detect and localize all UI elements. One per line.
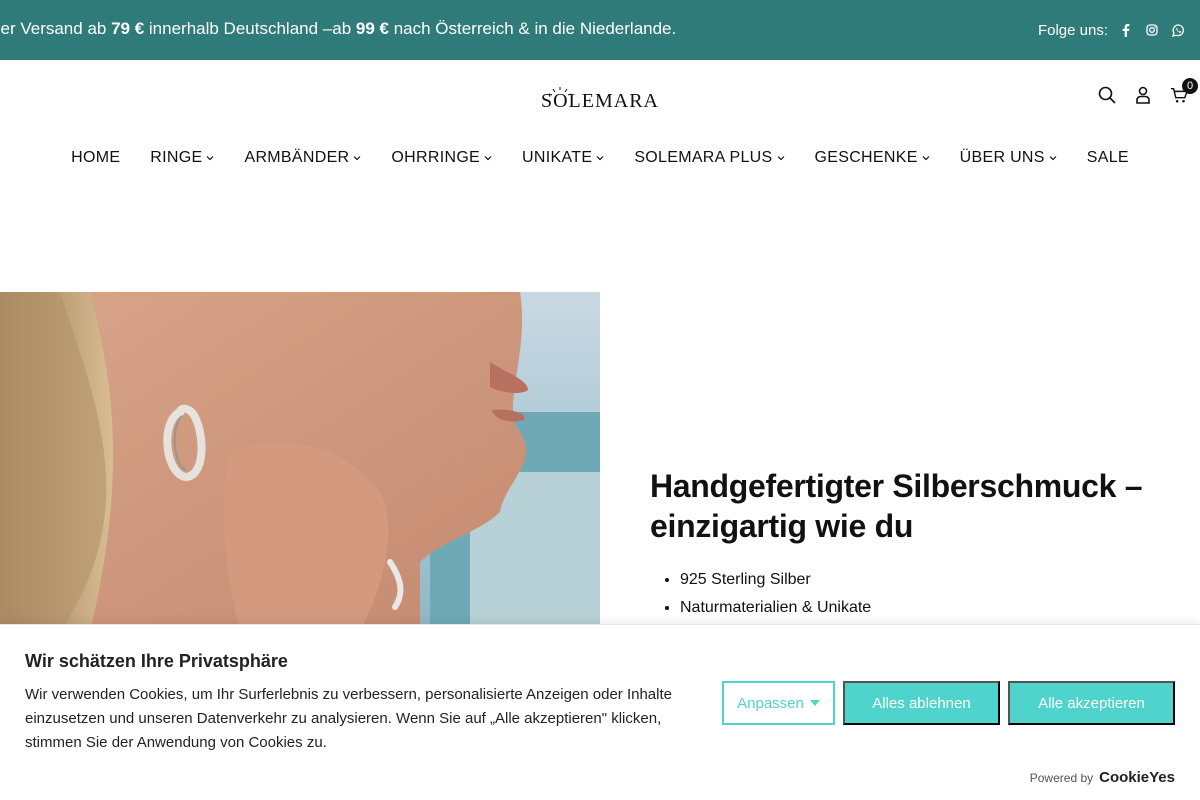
hero-image bbox=[0, 292, 600, 632]
announcement-bar: ser Versand ab 79 € innerhalb Deutschlan… bbox=[0, 0, 1200, 60]
chevron-down-icon bbox=[596, 156, 604, 161]
whatsapp-icon[interactable] bbox=[1170, 22, 1186, 38]
chevron-down-icon bbox=[922, 156, 930, 161]
nav-label: SALE bbox=[1086, 149, 1129, 166]
nav-item-ringe[interactable]: RINGE bbox=[150, 149, 214, 167]
cookie-title: Wir schätzen Ihre Privatsphäre bbox=[25, 651, 288, 671]
chevron-down-icon bbox=[1049, 156, 1057, 161]
nav-label: UNIKATE bbox=[522, 149, 593, 166]
facebook-icon[interactable] bbox=[1118, 22, 1134, 38]
chevron-down-icon bbox=[484, 156, 492, 161]
hero-features: 925 Sterling Silber Naturmaterialien & U… bbox=[650, 566, 1170, 622]
social-follow: Folge uns: bbox=[1038, 0, 1186, 60]
shipping-text-2: innerhalb Deutschland –ab bbox=[144, 19, 356, 38]
nav-item-home[interactable]: HOME bbox=[71, 149, 120, 167]
shipping-message: ser Versand ab 79 € innerhalb Deutschlan… bbox=[0, 0, 1002, 60]
nav-item-ueber-uns[interactable]: ÜBER UNS bbox=[960, 149, 1057, 167]
nav-label: SOLEMARA PLUS bbox=[634, 149, 773, 166]
shipping-text-1: ser Versand ab bbox=[0, 19, 112, 38]
customize-button[interactable]: Anpassen bbox=[722, 681, 835, 725]
nav-label: GESCHENKE bbox=[814, 149, 918, 166]
cookie-consent-banner: Wir schätzen Ihre Privatsphäre Wir verwe… bbox=[0, 624, 1200, 800]
search-icon[interactable] bbox=[1098, 86, 1116, 104]
nav-item-armbaender[interactable]: ARMBÄNDER bbox=[244, 149, 361, 167]
caret-down-icon bbox=[809, 700, 820, 706]
cookieyes-logo[interactable]: CookieYes bbox=[1099, 769, 1175, 786]
account-icon[interactable] bbox=[1134, 86, 1152, 104]
nav-label: ÜBER UNS bbox=[959, 149, 1045, 166]
nav-item-geschenke[interactable]: GESCHENKE bbox=[815, 149, 930, 167]
nav-label: OHRRINGE bbox=[391, 149, 481, 166]
cart-count-badge: 0 bbox=[1182, 78, 1198, 94]
nav-item-ohrringe[interactable]: OHRRINGE bbox=[391, 149, 492, 167]
instagram-icon[interactable] bbox=[1144, 22, 1160, 38]
cart-button[interactable]: 0 bbox=[1170, 78, 1198, 104]
shipping-amount-de: 79 € bbox=[111, 19, 145, 38]
reject-all-button[interactable]: Alles ablehnen bbox=[843, 681, 1000, 725]
brand-logo[interactable]: SOLEMARA bbox=[538, 84, 662, 112]
follow-label: Folge uns: bbox=[1037, 21, 1108, 39]
nav-item-unikate[interactable]: UNIKATE bbox=[522, 149, 604, 167]
powered-by-label: Powered by bbox=[1029, 770, 1094, 785]
header-actions: 0 bbox=[1098, 78, 1198, 104]
nav-label: RINGE bbox=[150, 149, 203, 166]
chevron-down-icon bbox=[207, 156, 214, 161]
nav-item-solemara-plus[interactable]: SOLEMARA PLUS bbox=[634, 149, 784, 167]
nav-item-sale[interactable]: SALE bbox=[1087, 149, 1129, 167]
accept-all-button[interactable]: Alle akzeptieren bbox=[1008, 681, 1175, 725]
feature-item: 925 Sterling Silber bbox=[680, 566, 1170, 594]
shipping-amount-at-nl: 99 € bbox=[355, 19, 389, 38]
chevron-down-icon bbox=[353, 156, 361, 161]
hero-content: Handgefertigter Silberschmuck – einzigar… bbox=[650, 466, 1170, 622]
main-nav: HOME RINGE ARMBÄNDER OHRRINGE UNIKATE SO… bbox=[0, 140, 1200, 176]
logo-wordmark: SOLEMARA bbox=[541, 90, 659, 112]
feature-item: Naturmaterialien & Unikate bbox=[680, 594, 1170, 622]
nav-label: HOME bbox=[71, 149, 121, 166]
nav-label: ARMBÄNDER bbox=[244, 149, 350, 166]
chevron-down-icon bbox=[777, 156, 784, 161]
shipping-text-3: nach Österreich & in die Niederlande. bbox=[388, 19, 677, 38]
hero-title: Handgefertigter Silberschmuck – einzigar… bbox=[650, 468, 1143, 544]
powered-by: Powered by CookieYes bbox=[1030, 769, 1175, 786]
customize-label: Anpassen bbox=[737, 694, 804, 712]
cookie-description: Wir verwenden Cookies, um Ihr Surferlebn… bbox=[25, 686, 672, 751]
